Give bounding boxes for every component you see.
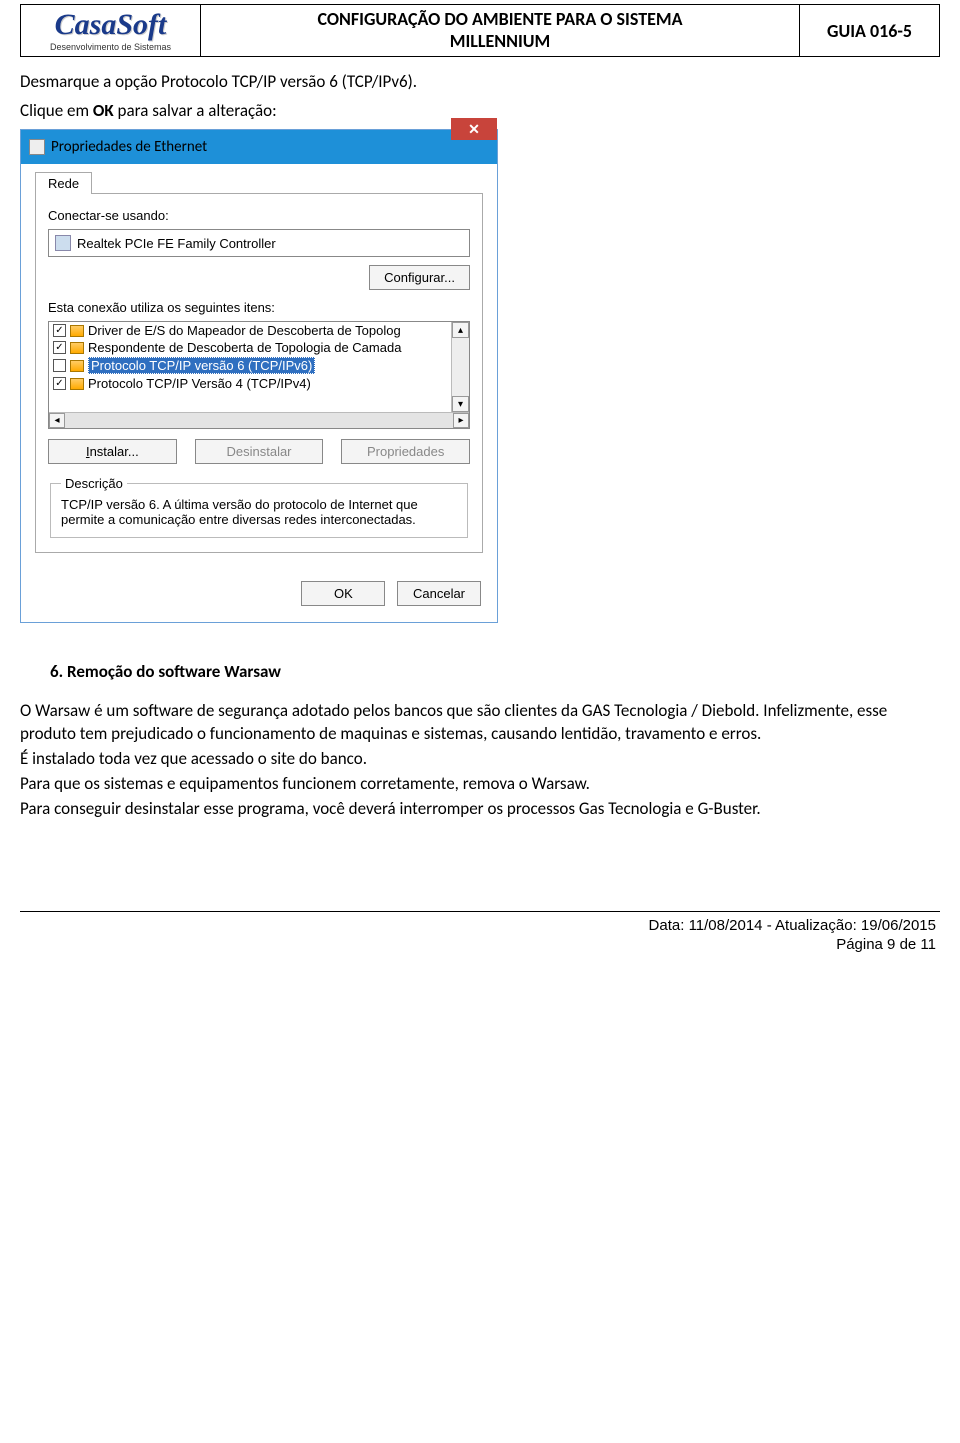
checkbox-icon[interactable]: ✓ <box>53 324 66 337</box>
uninstall-button: Desinstalar <box>195 439 324 464</box>
list-item[interactable]: ✓ Protocolo TCP/IP Versão 4 (TCP/IPv4) <box>49 375 451 392</box>
title-line1: CONFIGURAÇÃO DO AMBIENTE PARA O SISTEMA <box>317 8 682 30</box>
guide-number: GUIA 016-5 <box>800 5 940 57</box>
intro-line2-prefix: Clique em <box>20 100 93 121</box>
tab-body: Conectar-se usando: Realtek PCIe FE Fami… <box>35 193 483 553</box>
footer-divider <box>20 911 940 912</box>
configure-button[interactable]: Configurar... <box>369 265 470 290</box>
ethernet-properties-dialog: Propriedades de Ethernet ✕ Rede Conectar… <box>20 129 498 623</box>
adapter-field[interactable]: Realtek PCIe FE Family Controller <box>48 229 470 257</box>
network-component-icon <box>70 378 84 390</box>
section-6-heading: 6. Remoção do software Warsaw <box>50 661 940 682</box>
adapter-name: Realtek PCIe FE Family Controller <box>77 236 276 251</box>
checkbox-icon[interactable] <box>53 359 66 372</box>
doc-title: CONFIGURAÇÃO DO AMBIENTE PARA O SISTEMA … <box>201 5 800 57</box>
logo-name: CasaSoft <box>29 10 192 40</box>
logo-subtitle: Desenvolvimento de Sistemas <box>29 42 192 52</box>
section-6-p4: Para conseguir desinstalar esse programa… <box>20 798 940 821</box>
scroll-down-icon[interactable]: ▾ <box>452 396 469 412</box>
intro-line2-suffix: para salvar a alteração: <box>114 100 277 121</box>
adapter-icon <box>55 235 71 251</box>
footer-page: Página 9 de 11 <box>20 935 936 955</box>
horizontal-scrollbar[interactable]: ◂ ▸ <box>49 412 469 428</box>
window-icon <box>29 139 45 155</box>
description-groupbox: Descrição TCP/IP versão 6. A última vers… <box>50 476 468 538</box>
tab-rede[interactable]: Rede <box>35 172 92 194</box>
title-line2: MILLENNIUM <box>450 30 551 52</box>
list-item-label: Driver de E/S do Mapeador de Descoberta … <box>88 323 401 338</box>
close-button[interactable]: ✕ <box>451 118 497 140</box>
dialog-title: Propriedades de Ethernet <box>51 138 451 156</box>
intro-line2-bold: OK <box>93 100 114 121</box>
network-component-icon <box>70 360 84 372</box>
cancel-button[interactable]: Cancelar <box>397 581 481 606</box>
install-button[interactable]: Instalar... <box>48 439 177 464</box>
list-item-label: Respondente de Descoberta de Topologia d… <box>88 340 401 355</box>
section-6-p2: É instalado toda vez que acessado o site… <box>20 748 940 771</box>
scroll-up-icon[interactable]: ▴ <box>452 322 469 338</box>
footer-date: Data: 11/08/2014 - Atualização: 19/06/20… <box>20 916 936 936</box>
checkbox-icon[interactable]: ✓ <box>53 377 66 390</box>
network-items-list[interactable]: ✓ Driver de E/S do Mapeador de Descobert… <box>48 321 470 429</box>
page-footer: Data: 11/08/2014 - Atualização: 19/06/20… <box>20 916 940 955</box>
network-component-icon <box>70 342 84 354</box>
section-6-p1: O Warsaw é um software de segurança adot… <box>20 700 940 746</box>
description-legend: Descrição <box>61 476 127 491</box>
list-item[interactable]: ✓ Respondente de Descoberta de Topologia… <box>49 339 451 356</box>
connect-using-label: Conectar-se usando: <box>48 208 470 223</box>
list-item-label: Protocolo TCP/IP Versão 4 (TCP/IPv4) <box>88 376 311 391</box>
scroll-left-icon[interactable]: ◂ <box>49 413 65 428</box>
ok-button[interactable]: OK <box>301 581 385 606</box>
section-6-p3: Para que os sistemas e equipamentos func… <box>20 773 940 796</box>
logo-cell: CasaSoft Desenvolvimento de Sistemas <box>21 5 201 57</box>
list-item-selected[interactable]: Protocolo TCP/IP versão 6 (TCP/IPv6) <box>49 356 451 375</box>
list-item-label: Protocolo TCP/IP versão 6 (TCP/IPv6) <box>88 357 315 374</box>
description-text: TCP/IP versão 6. A última versão do prot… <box>61 497 457 527</box>
scroll-right-icon[interactable]: ▸ <box>453 413 469 428</box>
intro-line1: Desmarque a opção Protocolo TCP/IP versã… <box>20 71 940 94</box>
items-label: Esta conexão utiliza os seguintes itens: <box>48 300 470 315</box>
list-item[interactable]: ✓ Driver de E/S do Mapeador de Descobert… <box>49 322 451 339</box>
network-component-icon <box>70 325 84 337</box>
dialog-titlebar[interactable]: Propriedades de Ethernet ✕ <box>21 130 497 164</box>
doc-header: CasaSoft Desenvolvimento de Sistemas CON… <box>20 4 940 57</box>
vertical-scrollbar[interactable]: ▴ ▾ <box>451 322 469 412</box>
properties-button: Propriedades <box>341 439 470 464</box>
checkbox-icon[interactable]: ✓ <box>53 341 66 354</box>
